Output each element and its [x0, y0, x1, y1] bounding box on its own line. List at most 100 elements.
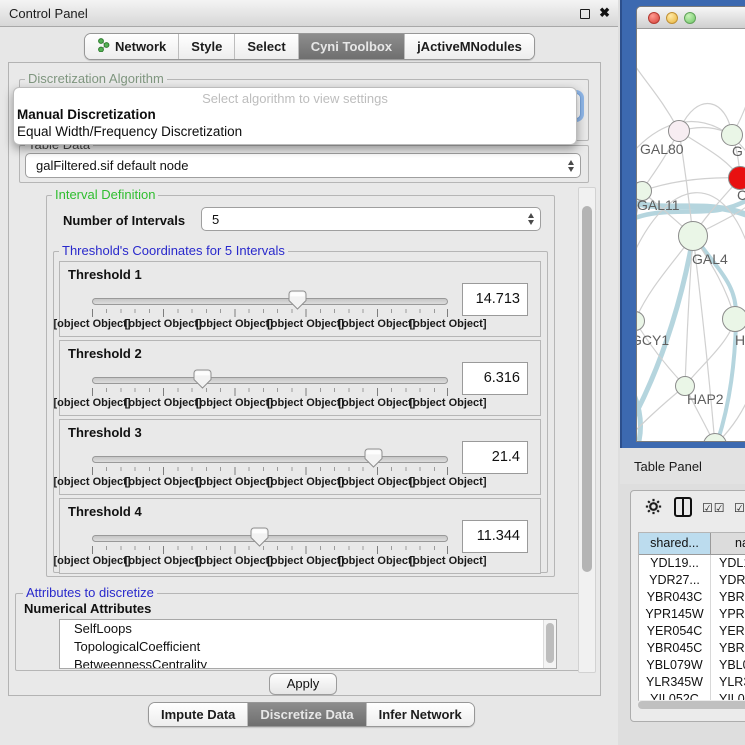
- tab-label: Select: [247, 39, 285, 54]
- table-row[interactable]: YBL079W YBL0: [639, 657, 745, 674]
- slider-thumb[interactable]: [193, 369, 212, 389]
- slider[interactable]: [92, 298, 448, 305]
- checkbox-icon-partial[interactable]: ☑: [734, 501, 745, 515]
- attribute-item[interactable]: SelfLoops: [60, 620, 556, 638]
- gear-icon[interactable]: [645, 498, 662, 520]
- network-window-frame: GAL80GCGAL11GAL4GCY1HHAP2: [620, 0, 745, 448]
- table-hscrollbar-thumb[interactable]: [638, 701, 745, 709]
- slider-track[interactable]: [92, 298, 448, 305]
- axis-tick-label: [object Object]: [196, 318, 273, 330]
- attributes-scrollbar[interactable]: [543, 620, 556, 668]
- table-row[interactable]: YBR045C YBR0: [639, 640, 745, 657]
- tab-select[interactable]: Select: [234, 34, 297, 59]
- combo-stepper-icon: [528, 208, 534, 230]
- cell-shared-name[interactable]: YDL19...: [639, 555, 711, 572]
- table-row[interactable]: YPR145W YPR1: [639, 606, 745, 623]
- network-node[interactable]: [722, 306, 745, 332]
- slider-track[interactable]: [92, 377, 448, 384]
- cell-shared-name[interactable]: YER054C: [639, 623, 711, 640]
- interval-group-title: Interval Definition: [52, 187, 158, 202]
- attribute-item[interactable]: TopologicalCoefficient: [60, 638, 556, 656]
- cell-shared-name[interactable]: YDR27...: [639, 572, 711, 589]
- axis-tick-label: [object Object]: [338, 318, 415, 330]
- minimize-traffic-light[interactable]: [666, 12, 678, 24]
- network-node[interactable]: [678, 221, 708, 251]
- axis-tick-label: [object Object]: [53, 555, 130, 567]
- apply-button[interactable]: Apply: [269, 673, 337, 695]
- axis-tick-label: [object Object]: [267, 476, 344, 488]
- network-canvas[interactable]: GAL80GCGAL11GAL4GCY1HHAP2: [637, 29, 745, 442]
- slider-axis-labels: [object Object][object Object][object Ob…: [92, 318, 448, 331]
- column-header-name[interactable]: na: [711, 533, 745, 555]
- slider-axis-labels: [object Object][object Object][object Ob…: [92, 555, 448, 568]
- threshold-row: Threshold 2 [object: [59, 340, 541, 416]
- tab-style[interactable]: Style: [178, 34, 234, 59]
- cell-shared-name[interactable]: YBR043C: [639, 589, 711, 606]
- slider[interactable]: [92, 535, 448, 542]
- cell-name[interactable]: YBL0: [711, 657, 745, 674]
- table-data-combobox[interactable]: galFiltered.sif default node: [25, 153, 581, 178]
- slider-track[interactable]: [92, 456, 448, 463]
- tab-label: Cyni Toolbox: [311, 39, 392, 54]
- table-row[interactable]: YLR345W YLR3: [639, 674, 745, 691]
- threshold-value-field[interactable]: 6.316: [462, 362, 528, 395]
- slider-thumb[interactable]: [364, 448, 383, 468]
- num-intervals-combobox[interactable]: 5: [201, 207, 541, 231]
- zoom-traffic-light[interactable]: [684, 12, 696, 24]
- axis-tick-label: [object Object]: [409, 555, 486, 567]
- cell-name[interactable]: YER0: [711, 623, 745, 640]
- tab-jactivemnodules[interactable]: jActiveMNodules: [404, 34, 534, 59]
- slider-axis-labels: [object Object][object Object][object Ob…: [92, 476, 448, 489]
- tab-discretize-data[interactable]: Discretize Data: [247, 703, 365, 726]
- slider-thumb[interactable]: [250, 527, 269, 547]
- threshold-value-field[interactable]: 21.4: [462, 441, 528, 474]
- algorithm-option-manual[interactable]: Manual Discretization: [17, 107, 156, 122]
- attributes-scrollbar-thumb[interactable]: [546, 623, 554, 663]
- axis-tick-label: [object Object]: [267, 318, 344, 330]
- cell-name[interactable]: YBR0: [711, 589, 745, 606]
- table-rows: YDL19... YDL1 YDR27... YDR2 YBR043C YBR0…: [639, 555, 745, 708]
- tab-cyni-toolbox[interactable]: Cyni Toolbox: [298, 34, 404, 59]
- axis-tick-label: [object Object]: [53, 318, 130, 330]
- checkbox-icons[interactable]: ☑☑: [702, 501, 726, 515]
- tab-infer-network[interactable]: Infer Network: [366, 703, 474, 726]
- table-row[interactable]: YBR043C YBR0: [639, 589, 745, 606]
- cell-shared-name[interactable]: YLR345W: [639, 674, 711, 691]
- node-attribute-table: shared... na YDL19... YDL1 YDR27... YDR2…: [638, 532, 745, 709]
- slider[interactable]: [92, 377, 448, 384]
- threshold-value-field[interactable]: 14.713: [462, 283, 528, 316]
- slider-thumb[interactable]: [288, 290, 307, 310]
- cell-shared-name[interactable]: YBR045C: [639, 640, 711, 657]
- attribute-item[interactable]: BetweennessCentrality: [60, 656, 556, 669]
- cell-name[interactable]: YDL1: [711, 555, 745, 572]
- tab-impute-data[interactable]: Impute Data: [149, 703, 247, 726]
- slider-track[interactable]: [92, 535, 448, 542]
- tab-network[interactable]: Network: [85, 34, 178, 59]
- column-header-shared-name[interactable]: shared...: [639, 533, 711, 555]
- float-window-icon[interactable]: [580, 9, 590, 19]
- table-row[interactable]: YDR27... YDR2: [639, 572, 745, 589]
- cell-name[interactable]: YBR0: [711, 640, 745, 657]
- cell-shared-name[interactable]: YBL079W: [639, 657, 711, 674]
- algorithm-group-title: Discretization Algorithm: [25, 71, 167, 86]
- threshold-value-field[interactable]: 11.344: [462, 520, 528, 553]
- cell-name[interactable]: YLR3: [711, 674, 745, 691]
- table-row[interactable]: YDL19... YDL1: [639, 555, 745, 572]
- table-hscrollbar[interactable]: [636, 700, 745, 710]
- close-icon[interactable]: ✖: [599, 5, 610, 21]
- settings-scrollbar[interactable]: [578, 187, 596, 673]
- algorithm-option-equal-width[interactable]: Equal Width/Frequency Discretization: [17, 124, 242, 139]
- table-row[interactable]: YER054C YER0: [639, 623, 745, 640]
- axis-tick-label: [object Object]: [409, 476, 486, 488]
- slider-ticks-major: [92, 309, 448, 317]
- settings-scrollbar-thumb[interactable]: [582, 206, 592, 572]
- cell-shared-name[interactable]: YPR145W: [639, 606, 711, 623]
- cell-name[interactable]: YDR2: [711, 572, 745, 589]
- control-panel-titlebar: Control Panel ✖: [0, 0, 618, 27]
- slider[interactable]: [92, 456, 448, 463]
- threshold-label: Threshold 4: [68, 504, 142, 519]
- close-traffic-light[interactable]: [648, 12, 660, 24]
- columns-icon[interactable]: [674, 497, 692, 517]
- cell-name[interactable]: YPR1: [711, 606, 745, 623]
- network-node[interactable]: [668, 120, 690, 142]
